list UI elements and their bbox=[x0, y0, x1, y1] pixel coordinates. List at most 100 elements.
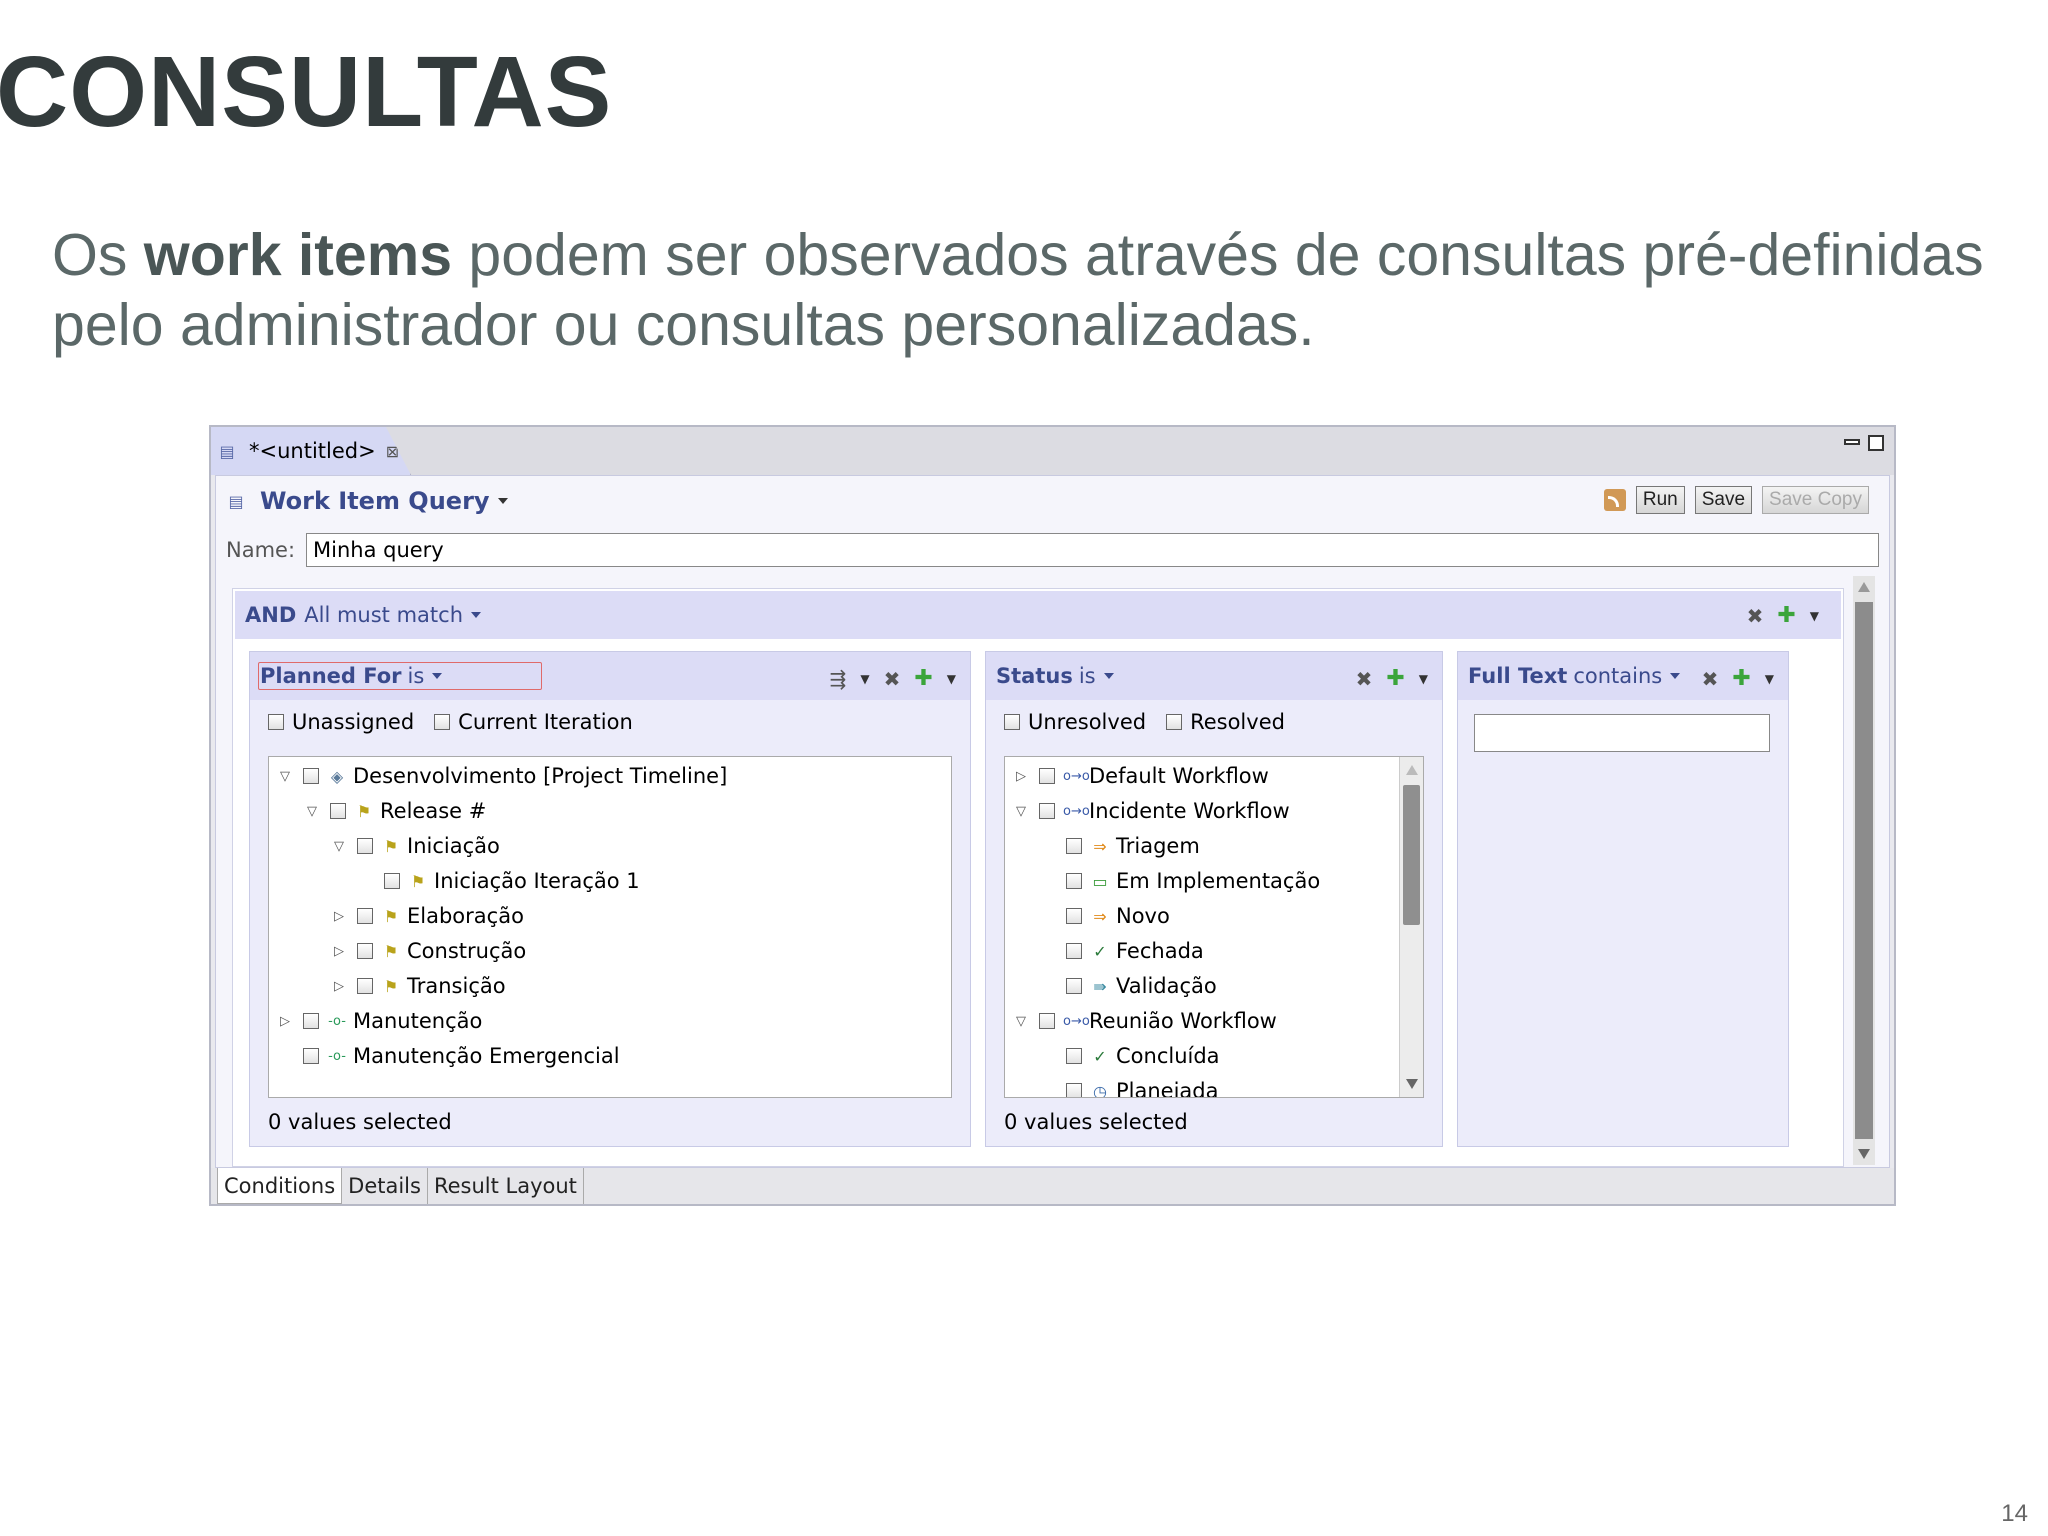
query-title[interactable]: Work Item Query bbox=[260, 487, 490, 515]
tree-checkbox[interactable] bbox=[1039, 1013, 1055, 1029]
expanded-icon[interactable]: ▽ bbox=[1013, 804, 1029, 819]
editor-tab-untitled[interactable]: ▤ *<untitled> ⊠ bbox=[211, 427, 411, 475]
remove-all-icon[interactable]: ✖ bbox=[1747, 604, 1764, 628]
expanded-icon[interactable]: ▽ bbox=[304, 804, 320, 819]
add-condition-icon[interactable]: ✚ bbox=[1386, 666, 1404, 691]
status-tree-row[interactable]: ▽ o→o Reunião Workflow bbox=[1013, 1004, 1277, 1038]
tree-checkbox[interactable] bbox=[1066, 873, 1082, 889]
status-tree-row[interactable]: ▭ Em Implementação bbox=[1040, 864, 1320, 898]
chevron-down-icon[interactable] bbox=[471, 612, 482, 618]
tab-details[interactable]: Details bbox=[342, 1168, 428, 1204]
resolved-checkbox[interactable]: Resolved bbox=[1166, 710, 1285, 734]
tree-checkbox[interactable] bbox=[357, 943, 373, 959]
tree-checkbox[interactable] bbox=[1066, 838, 1082, 854]
status-tree-row[interactable]: ✓ Concluída bbox=[1040, 1039, 1220, 1073]
tree-checkbox[interactable] bbox=[303, 768, 319, 784]
status-checks: Unresolved Resolved bbox=[1004, 710, 1285, 734]
chevron-down-icon[interactable]: ▼ bbox=[860, 672, 869, 686]
add-condition-icon[interactable]: ✚ bbox=[914, 666, 932, 691]
full-text-operator[interactable]: contains bbox=[1573, 664, 1662, 688]
scroll-down-icon[interactable] bbox=[1406, 1079, 1418, 1089]
unresolved-checkbox[interactable]: Unresolved bbox=[1004, 710, 1146, 734]
scroll-thumb[interactable] bbox=[1855, 602, 1873, 1139]
and-match-selector[interactable]: All must match bbox=[304, 603, 463, 627]
status-tree-scrollbar[interactable] bbox=[1399, 757, 1423, 1097]
minimize-icon[interactable] bbox=[1844, 439, 1860, 445]
collapsed-icon[interactable]: ▷ bbox=[331, 944, 347, 959]
scroll-thumb[interactable] bbox=[1403, 785, 1420, 925]
chevron-down-icon[interactable] bbox=[1670, 673, 1681, 679]
planned-for-tree-row[interactable]: ▷ ⚑ Transição bbox=[331, 969, 506, 1003]
scroll-up-icon[interactable] bbox=[1858, 582, 1870, 592]
current-iteration-checkbox[interactable]: Current Iteration bbox=[434, 710, 633, 734]
save-button[interactable]: Save bbox=[1694, 486, 1753, 514]
chevron-down-icon[interactable]: ▼ bbox=[1419, 672, 1428, 686]
tree-checkbox[interactable] bbox=[1066, 1083, 1082, 1097]
tree-checkbox[interactable] bbox=[384, 873, 400, 889]
remove-condition-icon[interactable]: ✖ bbox=[1356, 667, 1373, 691]
tree-checkbox[interactable] bbox=[303, 1013, 319, 1029]
tree-checkbox[interactable] bbox=[357, 838, 373, 854]
iteration-icon: ⚑ bbox=[383, 976, 399, 996]
tree-checkbox[interactable] bbox=[1039, 803, 1055, 819]
expanded-icon[interactable]: ▽ bbox=[1013, 1014, 1029, 1029]
remove-condition-icon[interactable]: ✖ bbox=[1702, 667, 1719, 691]
planned-for-tree-row[interactable]: ▷ -o- Manutenção bbox=[277, 1004, 482, 1038]
planned-for-tree-row[interactable]: ▷ ⚑ Elaboração bbox=[331, 899, 524, 933]
save-copy-button[interactable]: Save Copy bbox=[1762, 486, 1869, 514]
chevron-down-icon[interactable] bbox=[1103, 673, 1114, 679]
add-condition-icon[interactable]: ✚ bbox=[1777, 603, 1795, 628]
status-operator[interactable]: is bbox=[1079, 664, 1096, 688]
expanded-icon[interactable]: ▽ bbox=[331, 839, 347, 854]
status-tree-row[interactable]: ⇛ Validação bbox=[1040, 969, 1217, 1003]
planned-for-tree-row[interactable]: ▽ ◈ Desenvolvimento [Project Timeline] bbox=[277, 759, 727, 793]
tree-checkbox[interactable] bbox=[1066, 943, 1082, 959]
remove-condition-icon[interactable]: ✖ bbox=[884, 667, 901, 691]
run-button[interactable]: Run bbox=[1635, 486, 1685, 514]
tree-checkbox[interactable] bbox=[357, 908, 373, 924]
add-condition-icon[interactable]: ✚ bbox=[1732, 666, 1750, 691]
tab-result-layout[interactable]: Result Layout bbox=[428, 1168, 584, 1204]
chevron-down-icon[interactable]: ▼ bbox=[1810, 609, 1819, 623]
planned-for-tree-row[interactable]: ▽ ⚑ Release # bbox=[304, 794, 486, 828]
scroll-down-icon[interactable] bbox=[1858, 1149, 1870, 1159]
status-tree-row[interactable]: ◷ Planejada bbox=[1040, 1074, 1219, 1097]
tree-checkbox[interactable] bbox=[303, 1048, 319, 1064]
tree-checkbox[interactable] bbox=[1066, 978, 1082, 994]
close-icon[interactable]: ⊠ bbox=[386, 442, 399, 461]
status-tree-row[interactable]: ▷ o→o Default Workflow bbox=[1013, 759, 1269, 793]
planned-for-tree-row[interactable]: ▷ ⚑ Construção bbox=[331, 934, 526, 968]
collapsed-icon[interactable]: ▷ bbox=[1013, 769, 1029, 784]
status-tree-row[interactable]: ▽ o→o Incidente Workflow bbox=[1013, 794, 1290, 828]
conditions-area: AND All must match ✖ ✚ ▼ Planned For is bbox=[232, 588, 1844, 1167]
collapsed-icon[interactable]: ▷ bbox=[277, 1014, 293, 1029]
full-text-input[interactable] bbox=[1474, 714, 1770, 752]
planned-for-tree-row[interactable]: -o- Manutenção Emergencial bbox=[277, 1039, 620, 1073]
expanded-icon[interactable]: ▽ bbox=[277, 769, 293, 784]
unassigned-checkbox[interactable]: Unassigned bbox=[268, 710, 414, 734]
tree-checkbox[interactable] bbox=[1039, 768, 1055, 784]
chevron-down-icon[interactable] bbox=[497, 498, 508, 504]
planned-for-operator[interactable]: is bbox=[408, 664, 425, 688]
planned-for-tree-row[interactable]: ⚑ Iniciação Iteração 1 bbox=[358, 864, 640, 898]
maximize-icon[interactable] bbox=[1868, 435, 1884, 451]
status-tree-row[interactable]: ⇒ Novo bbox=[1040, 899, 1170, 933]
status-tree-row[interactable]: ✓ Fechada bbox=[1040, 934, 1204, 968]
tab-conditions[interactable]: Conditions bbox=[217, 1168, 343, 1204]
tree-checkbox[interactable] bbox=[357, 978, 373, 994]
collapsed-icon[interactable]: ▷ bbox=[331, 909, 347, 924]
tree-checkbox[interactable] bbox=[330, 803, 346, 819]
tree-checkbox[interactable] bbox=[1066, 908, 1082, 924]
chevron-down-icon[interactable]: ▼ bbox=[947, 672, 956, 686]
chevron-down-icon[interactable] bbox=[432, 673, 443, 679]
status-tree-row[interactable]: ⇒ Triagem bbox=[1040, 829, 1200, 863]
query-name-input[interactable] bbox=[306, 533, 1879, 567]
feed-icon[interactable] bbox=[1603, 489, 1626, 511]
planned-for-tree-row[interactable]: ▽ ⚑ Iniciação bbox=[331, 829, 500, 863]
tree-checkbox[interactable] bbox=[1066, 1048, 1082, 1064]
filter-icon[interactable]: ⇶ bbox=[830, 667, 847, 691]
scroll-up-icon[interactable] bbox=[1406, 765, 1418, 775]
chevron-down-icon[interactable]: ▼ bbox=[1765, 672, 1774, 686]
main-scrollbar[interactable] bbox=[1853, 576, 1875, 1165]
collapsed-icon[interactable]: ▷ bbox=[331, 979, 347, 994]
